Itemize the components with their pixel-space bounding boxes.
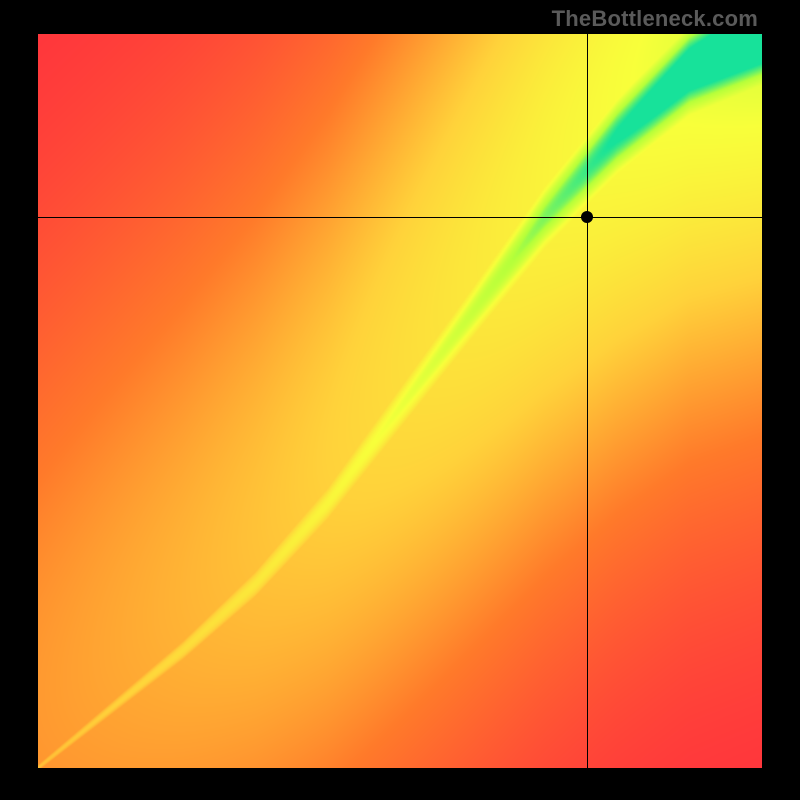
crosshair-vertical xyxy=(587,34,588,768)
chart-frame: TheBottleneck.com xyxy=(0,0,800,800)
crosshair-horizontal xyxy=(38,217,762,218)
heatmap-canvas xyxy=(38,34,762,768)
data-point-marker xyxy=(581,211,593,223)
watermark-label: TheBottleneck.com xyxy=(552,6,758,32)
plot-area xyxy=(38,34,762,768)
